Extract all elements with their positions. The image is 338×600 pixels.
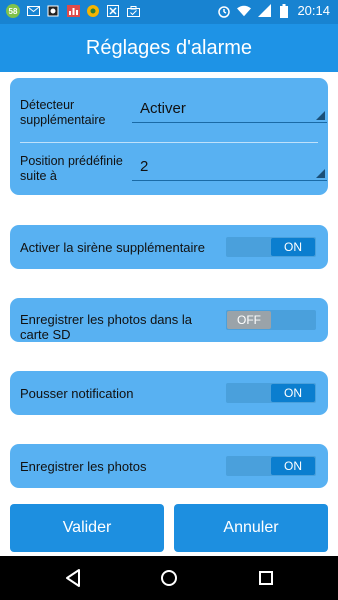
select-row-position: Position prédéfinie suite à 2 xyxy=(20,150,327,190)
setting-sd-photos-card: Enregistrer les photos dans la carte SD … xyxy=(10,298,328,342)
setting-label: Pousser notification xyxy=(20,385,134,401)
dropdown-arrow-icon xyxy=(316,169,325,178)
chart-icon xyxy=(66,4,80,18)
app-icon xyxy=(46,4,60,18)
setting-photos-card: Enregistrer les photos ON xyxy=(10,444,328,488)
dropdown-arrow-icon xyxy=(316,111,325,120)
photos-toggle[interactable]: ON xyxy=(226,456,316,476)
toggle-state: OFF xyxy=(227,311,271,329)
position-select[interactable]: 2 xyxy=(132,156,327,181)
divider xyxy=(20,142,318,143)
cancel-button[interactable]: Annuler xyxy=(174,504,328,552)
status-icons-left: 58 xyxy=(6,4,140,18)
setting-label: Activer la sirène supplémentaire xyxy=(20,239,205,255)
setting-label: Enregistrer les photos xyxy=(20,458,147,474)
briefcase-icon xyxy=(126,4,140,18)
status-icons-right: 20:14 xyxy=(217,3,330,18)
setting-siren-card: Activer la sirène supplémentaire ON xyxy=(10,225,328,269)
select-settings-card: Détecteur supplémentaire Activer Positio… xyxy=(10,78,328,195)
page-title: Réglages d'alarme xyxy=(85,37,253,59)
navigation-bar xyxy=(0,556,338,600)
app-circle-icon xyxy=(86,4,100,18)
select-label: Position prédéfinie suite à xyxy=(20,154,123,183)
status-bar: 58 20:14 xyxy=(0,0,338,24)
notification-badge: 58 xyxy=(6,4,20,18)
select-value: Activer xyxy=(140,100,186,117)
select-value: 2 xyxy=(140,158,149,175)
validate-button[interactable]: Valider xyxy=(10,504,164,552)
siren-toggle[interactable]: ON xyxy=(226,237,316,257)
status-time: 20:14 xyxy=(297,3,330,18)
back-icon[interactable] xyxy=(61,566,85,590)
battery-icon xyxy=(277,3,291,18)
select-row-detector: Détecteur supplémentaire Activer xyxy=(20,93,327,133)
home-icon[interactable] xyxy=(157,566,181,590)
toggle-state: ON xyxy=(271,238,315,256)
app-header: Réglages d'alarme xyxy=(0,24,338,72)
sd-photos-toggle[interactable]: OFF xyxy=(226,310,316,330)
wifi-icon xyxy=(237,4,252,18)
close-icon xyxy=(106,4,120,18)
setting-label: Enregistrer les photos dans la carte SD xyxy=(20,312,192,342)
setting-push-card: Pousser notification ON xyxy=(10,371,328,415)
settings-content[interactable]: Détecteur supplémentaire Activer Positio… xyxy=(0,72,338,556)
select-label: Détecteur supplémentaire xyxy=(20,98,106,127)
recents-icon[interactable] xyxy=(254,566,278,590)
alarm-icon xyxy=(217,4,231,18)
toggle-state: ON xyxy=(271,384,315,402)
toggle-state: ON xyxy=(271,457,315,475)
push-toggle[interactable]: ON xyxy=(226,383,316,403)
email-icon xyxy=(26,4,40,18)
detector-select[interactable]: Activer xyxy=(132,98,327,123)
signal-icon xyxy=(257,4,271,18)
